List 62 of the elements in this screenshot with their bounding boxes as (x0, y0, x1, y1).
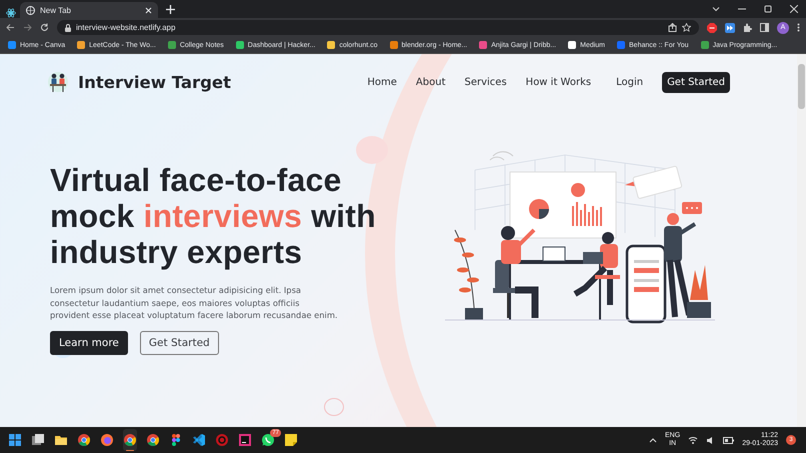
bookmark-favicon-icon (8, 41, 16, 49)
nav-link[interactable]: Login (616, 76, 644, 88)
bookmark-favicon-icon (390, 41, 398, 49)
star-icon[interactable] (682, 23, 691, 32)
chat-app-icon[interactable] (261, 433, 275, 447)
close-icon[interactable] (145, 6, 152, 14)
bookmark-favicon-icon (77, 41, 86, 49)
task-view-icon[interactable] (31, 433, 45, 447)
get-started-button[interactable]: Get Started (140, 330, 219, 354)
recorder-icon[interactable] (215, 433, 229, 447)
learn-more-button[interactable]: Learn more (50, 330, 128, 354)
back-arrow-icon[interactable] (6, 23, 15, 32)
sticky-notes-icon[interactable] (284, 433, 298, 447)
brand-name[interactable]: Interview Target (78, 72, 231, 92)
browser-icon[interactable] (146, 433, 160, 447)
browser-tab[interactable]: New Tab (20, 2, 158, 18)
forward-arrow-icon[interactable] (23, 23, 32, 32)
scrollbar-thumb[interactable] (798, 64, 805, 109)
adblock-icon[interactable] (707, 22, 717, 32)
share-icon[interactable] (668, 23, 677, 32)
design-app-icon[interactable] (169, 433, 183, 447)
restore-icon[interactable] (764, 5, 772, 13)
bookmark-favicon-icon (700, 41, 709, 49)
browser-icon[interactable] (123, 433, 137, 447)
chevron-down-icon[interactable] (712, 5, 720, 13)
reload-icon[interactable] (40, 23, 49, 32)
bookmark-favicon-icon (236, 41, 244, 49)
more-options-icon[interactable] (797, 23, 800, 32)
get-started-button[interactable]: Get Started (662, 72, 730, 92)
bookmark-favicon-icon (617, 41, 626, 49)
decorative-circle (356, 136, 388, 164)
windows-start-icon[interactable] (8, 433, 22, 447)
fast-forward-icon[interactable] (725, 22, 735, 32)
decorative-ring (324, 398, 344, 416)
code-editor-icon[interactable] (192, 433, 206, 447)
nav-link[interactable]: About (416, 76, 446, 88)
hero-headline: Virtual face-to-face mock interviews with industry experts (50, 162, 377, 270)
bookmark-favicon-icon (479, 41, 488, 49)
folder-icon[interactable] (54, 433, 68, 447)
nav-link[interactable]: How it Works (526, 76, 592, 88)
bookmark-favicon-icon (568, 41, 576, 49)
globe-icon (26, 6, 35, 14)
nav-link[interactable]: Services (464, 76, 507, 88)
bookmark-favicon-icon (168, 41, 176, 49)
ide-icon[interactable] (238, 433, 252, 447)
wifi-icon[interactable] (688, 436, 698, 444)
nav-link[interactable]: Home (367, 76, 397, 88)
side-panel-icon[interactable] (760, 23, 769, 32)
active-indicator (126, 450, 134, 451)
address-bar[interactable]: interview-website.netlify.app (57, 20, 699, 35)
react-logo-icon (6, 8, 16, 18)
battery-icon[interactable] (723, 436, 734, 444)
browser-icon[interactable] (77, 433, 91, 447)
chevron-up-icon[interactable] (649, 437, 658, 443)
puzzle-icon[interactable] (743, 23, 752, 32)
lock-icon (65, 24, 71, 32)
bookmark-favicon-icon (327, 41, 336, 49)
logo-drawing (47, 71, 69, 93)
hero-description: Lorem ipsum dolor sit amet consectetur adipisicing elit. Ipsa consectetur laudantium saepe, eos maiores voluptas officiis provident esse placeat voluptatum facere laborum recusandae enim. (50, 284, 339, 322)
plus-icon[interactable] (166, 5, 175, 14)
close-icon[interactable] (790, 5, 798, 13)
fox-browser-icon[interactable] (100, 433, 114, 447)
